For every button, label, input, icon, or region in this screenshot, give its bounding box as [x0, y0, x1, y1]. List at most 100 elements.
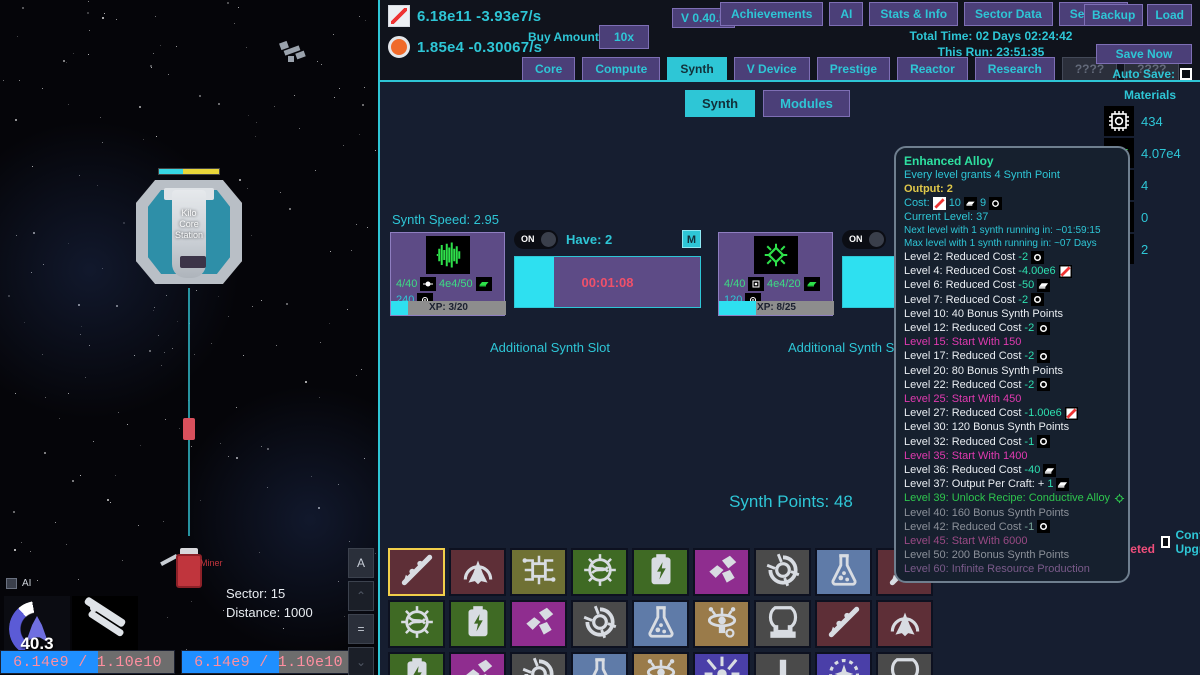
- buy-amount-button[interactable]: 10x: [599, 25, 650, 49]
- tab-research[interactable]: Research: [974, 57, 1055, 81]
- tooltip-level-value: -40: [1024, 464, 1041, 477]
- backup-button[interactable]: Backup: [1083, 4, 1144, 26]
- tab-core[interactable]: Core: [522, 57, 576, 81]
- miner-ship[interactable]: Miner: [158, 540, 223, 590]
- ai-indicator[interactable]: AI: [6, 578, 31, 589]
- nav-sector-data[interactable]: Sector Data: [964, 2, 1053, 26]
- upgrade-cell[interactable]: [388, 652, 445, 675]
- subtab-modules[interactable]: Modules: [763, 90, 850, 117]
- star-ring-icon: [825, 655, 863, 675]
- runner-toggle-row[interactable]: ON Have: 2: [514, 230, 612, 249]
- backup-load-group[interactable]: Backup Load: [1083, 4, 1192, 26]
- upgrade-cell[interactable]: [632, 652, 689, 675]
- space-view[interactable]: Kilo Core Station Miner AI 40.3 Sector: 15: [0, 0, 378, 675]
- nav-stats-info[interactable]: Stats & Info: [869, 2, 959, 26]
- additional-synth-slot-1[interactable]: Additional Synth Slot: [490, 340, 610, 355]
- tab-synth[interactable]: Synth: [667, 57, 727, 81]
- upgrade-cell[interactable]: [449, 600, 506, 648]
- ai-checkbox[interactable]: [6, 578, 17, 589]
- load-button[interactable]: Load: [1147, 4, 1192, 26]
- additional-synth-slot-2[interactable]: Additional Synth Slot: [788, 340, 908, 355]
- upgrade-cell[interactable]: [632, 548, 689, 596]
- tooltip-level-item: Level 36: Reduced Cost -40: [904, 463, 1120, 477]
- miner-tag: Miner: [200, 558, 223, 568]
- tooltip-output: Output: 2: [904, 183, 953, 195]
- upgrade-cell[interactable]: [571, 548, 628, 596]
- orange-circle-icon: [388, 36, 410, 58]
- secondary-nav[interactable]: Core Compute Synth V Device Prestige Rea…: [522, 57, 1180, 81]
- tooltip-level-name: Level 22: Reduced Cost: [904, 378, 1022, 391]
- tab-v-device[interactable]: V Device: [733, 57, 810, 81]
- star: [104, 13, 105, 14]
- synth-slot-1[interactable]: 4/40 4e4/50 240 XP: 3/20: [390, 232, 506, 316]
- tooltip-cost-b: 9: [979, 197, 987, 209]
- upgrade-cell[interactable]: [449, 652, 506, 675]
- tooltip-level-name: Level 4: Reduced Cost: [904, 265, 1016, 278]
- upgrade-cell[interactable]: [876, 600, 933, 648]
- confirm-upgrades-checkbox[interactable]: [1160, 536, 1170, 548]
- runner-have-label: Have: 2: [566, 232, 613, 247]
- tab-reactor[interactable]: Reactor: [897, 57, 968, 81]
- tab-prestige[interactable]: Prestige: [816, 57, 891, 81]
- edge-button-down[interactable]: ⌄: [348, 647, 374, 675]
- crystal-icon: [703, 551, 741, 594]
- star: [100, 117, 101, 118]
- bio-icon: [581, 551, 619, 594]
- runner-module-badge[interactable]: M: [682, 230, 701, 248]
- tooltip-level-item: Level 12: Reduced Cost -2: [904, 321, 1120, 335]
- synth-runner-1[interactable]: ON Have: 2 M 00:01:08: [514, 230, 701, 318]
- upgrade-cell[interactable]: [754, 652, 811, 675]
- star: [13, 511, 15, 513]
- star: [165, 419, 166, 420]
- runner-toggle[interactable]: ON: [842, 230, 886, 249]
- auto-save-row[interactable]: Auto Save:: [1092, 67, 1192, 81]
- auto-save-checkbox[interactable]: [1180, 68, 1192, 80]
- tooltip-level-name: Level 12: Reduced Cost: [904, 322, 1022, 335]
- upgrade-cell[interactable]: [693, 600, 750, 648]
- save-controls[interactable]: Save Now Auto Save:: [1092, 44, 1192, 81]
- upgrade-cell[interactable]: [815, 548, 872, 596]
- upgrade-cell[interactable]: [754, 548, 811, 596]
- tab-compute[interactable]: Compute: [582, 57, 661, 81]
- edge-button-a[interactable]: A: [348, 548, 374, 578]
- tooltip-level-name: Level 10: 40 Bonus Synth Points: [904, 307, 1063, 320]
- upgrade-cell[interactable]: [510, 548, 567, 596]
- station-sprite[interactable]: Kilo Core Station: [128, 168, 250, 286]
- edge-button-group[interactable]: A ⌃ = ⌄: [348, 548, 374, 675]
- ingot-icon: [1056, 477, 1070, 491]
- upgrade-cell[interactable]: [510, 600, 567, 648]
- upgrade-cell[interactable]: [693, 652, 750, 675]
- game-ui-panel: 6.18e11 -3.93e7/s 1.85e4 -0.30067/s Buy …: [378, 0, 1200, 675]
- upgrade-cell[interactable]: [571, 600, 628, 648]
- tooltip-level-value: -2: [1024, 322, 1035, 335]
- edge-button-equals[interactable]: =: [348, 614, 374, 644]
- upgrade-cell[interactable]: [388, 548, 445, 596]
- upgrade-cell[interactable]: [876, 652, 933, 675]
- nav-ai[interactable]: AI: [829, 2, 864, 26]
- save-now-button[interactable]: Save Now: [1096, 44, 1192, 64]
- station-bay: [180, 256, 206, 268]
- upgrade-cell[interactable]: [815, 600, 872, 648]
- edge-button-up[interactable]: ⌃: [348, 581, 374, 611]
- upgrade-cell[interactable]: [693, 548, 750, 596]
- subtab-synth[interactable]: Synth: [685, 90, 756, 117]
- wave-icon: [426, 236, 470, 274]
- tooltip-level-name: Level 17: Reduced Cost: [904, 350, 1022, 363]
- upgrade-cell[interactable]: [632, 600, 689, 648]
- star: [138, 525, 139, 526]
- upgrade-cell[interactable]: [571, 652, 628, 675]
- upgrade-cell[interactable]: [449, 548, 506, 596]
- tooltip-title: Enhanced Alloy: [904, 154, 994, 168]
- nav-achievements[interactable]: Achievements: [720, 2, 824, 26]
- upgrade-cell[interactable]: [510, 652, 567, 675]
- upgrade-cell[interactable]: [388, 600, 445, 648]
- upgrade-cell[interactable]: [815, 652, 872, 675]
- star: [55, 522, 56, 523]
- primary-nav[interactable]: Achievements AI Stats & Info Sector Data…: [720, 2, 1129, 26]
- synth-subtabs[interactable]: Synth Modules: [685, 90, 850, 117]
- upgrade-cell[interactable]: [754, 600, 811, 648]
- synth-slot-2[interactable]: 4/40 4e4/20 120 XP: 8/25: [718, 232, 834, 316]
- tooltip-level-value: -2: [1018, 251, 1029, 263]
- star: [66, 62, 67, 63]
- runner-toggle[interactable]: ON: [514, 230, 558, 249]
